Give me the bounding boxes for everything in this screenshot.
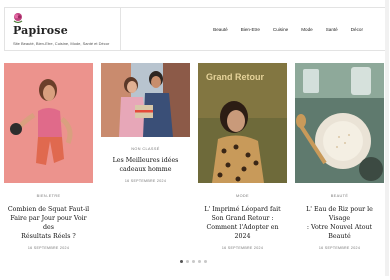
- pagination-dot[interactable]: [180, 260, 183, 263]
- nav-item-bien-etre[interactable]: Bien-Etre: [241, 27, 260, 32]
- nav-item-mode[interactable]: Mode: [301, 27, 313, 32]
- post-category[interactable]: NON CLASSÉ: [101, 147, 190, 151]
- post-title-line[interactable]: Comment l'Adopter en 2024: [206, 224, 278, 240]
- post-image[interactable]: [4, 63, 93, 183]
- nav-item-sante[interactable]: Santé: [326, 27, 338, 32]
- post-title-line[interactable]: Les Meilleures idées: [113, 157, 179, 164]
- post-image[interactable]: [295, 63, 384, 183]
- post-date: 16 SEPTEMBRE 2024: [124, 179, 167, 183]
- post-category[interactable]: MODE: [198, 194, 287, 198]
- post-title[interactable]: L' Eau de Riz pour le Visage : Votre Nou…: [295, 205, 384, 241]
- post-title-line[interactable]: L' Eau de Riz pour le Visage: [306, 206, 373, 222]
- post-card[interactable]: BIEN-ETRE Combien de Squat Faut-il Faire…: [4, 63, 93, 250]
- post-card[interactable]: Grand Retour MODE L' Imprimé Léopard fai…: [198, 63, 287, 250]
- rose-icon: [13, 13, 23, 24]
- site-logo-text[interactable]: Papirose: [13, 24, 68, 37]
- pagination-dot[interactable]: [186, 260, 189, 263]
- post-title-line[interactable]: cadeaux homme: [120, 166, 172, 173]
- brand[interactable]: Papirose Site Beauté, Bien-Etre, Cuisine…: [5, 8, 121, 50]
- post-title-line[interactable]: Résultats Réels ?: [21, 233, 76, 240]
- post-date: 16 SEPTEMBRE 2024: [221, 246, 264, 250]
- featured-posts-carousel: BIEN-ETRE Combien de Squat Faut-il Faire…: [4, 63, 386, 250]
- post-date: 16 SEPTEMBRE 2024: [27, 246, 70, 250]
- post-card[interactable]: BEAUTÉ L' Eau de Riz pour le Visage : Vo…: [295, 63, 384, 250]
- post-title-line[interactable]: Beauté: [328, 233, 350, 240]
- pagination-dot[interactable]: [204, 260, 207, 263]
- nav-item-cuisine[interactable]: Cuisine: [273, 27, 288, 32]
- carousel-pagination: [180, 260, 207, 263]
- post-category[interactable]: BEAUTÉ: [295, 194, 384, 198]
- post-title[interactable]: Combien de Squat Faut-il Faire par Jour …: [4, 205, 93, 241]
- site-header: Papirose Site Beauté, Bien-Etre, Cuisine…: [4, 7, 386, 51]
- site-tagline: Site Beauté, Bien-Etre, Cuisine, Mode, S…: [13, 41, 110, 46]
- post-title-line[interactable]: L' Imprimé Léopard fait: [204, 206, 280, 213]
- post-card[interactable]: NON CLASSÉ Les Meilleures idées cadeaux …: [101, 63, 190, 183]
- post-title[interactable]: L' Imprimé Léopard fait Son Grand Retour…: [198, 205, 287, 241]
- nav-item-beaute[interactable]: Beauté: [213, 27, 228, 32]
- pagination-dot[interactable]: [198, 260, 201, 263]
- post-image[interactable]: [101, 63, 190, 137]
- post-title-line[interactable]: Faire par Jour pour Voir des: [10, 215, 86, 231]
- post-title-line[interactable]: Combien de Squat Faut-il: [8, 206, 89, 213]
- image-overlay-text: Grand Retour: [206, 72, 265, 82]
- post-image[interactable]: Grand Retour: [198, 63, 287, 183]
- post-title-line[interactable]: Son Grand Retour :: [211, 215, 273, 222]
- post-category[interactable]: BIEN-ETRE: [4, 194, 93, 198]
- post-date: 16 SEPTEMBRE 2024: [318, 246, 361, 250]
- post-title[interactable]: Les Meilleures idées cadeaux homme: [101, 156, 190, 174]
- pagination-dot[interactable]: [192, 260, 195, 263]
- post-title-line[interactable]: : Votre Nouvel Atout: [307, 224, 372, 231]
- main-nav: Beauté Bien-Etre Cuisine Mode Santé Déco…: [213, 27, 363, 32]
- nav-item-decor[interactable]: Décor: [351, 27, 363, 32]
